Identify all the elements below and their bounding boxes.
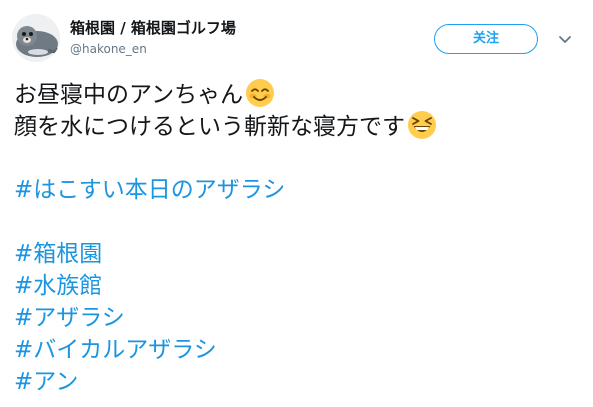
smiling-face-with-smiling-eyes-icon [246,79,275,107]
follow-button[interactable]: 关注 [434,24,538,54]
tweet-text: お昼寝中のアンちゃん 顔を水につけるという斬新な寝方です #はこすい本日のアザラ… [14,78,584,398]
avatar[interactable] [12,14,60,62]
hashtag-link[interactable]: #箱根園 [14,238,584,270]
hashtag-link[interactable]: #アン [14,366,584,398]
user-info: 箱根園 / 箱根園ゴルフ場 @hakone_en [70,18,236,58]
grinning-squinting-face-icon [408,111,436,139]
hashtag-link[interactable]: #水族館 [14,270,584,302]
chevron-down-icon[interactable] [556,30,574,48]
hashtag-link[interactable]: #アザラシ [14,302,584,334]
tweet-line-1-text: お昼寝中のアンちゃん [14,82,244,108]
tweet-line-1: お昼寝中のアンちゃん [14,78,584,110]
user-handle[interactable]: @hakone_en [70,40,236,58]
tweet-card: 箱根園 / 箱根園ゴルフ場 @hakone_en 关注 お昼寝中のアンちゃん 顔… [0,0,593,407]
hashtag-link[interactable]: #バイカルアザラシ [14,334,584,366]
hashtag-link[interactable]: #はこすい本日のアザラシ [14,174,584,206]
tweet-line-2-text: 顔を水につけるという斬新な寝方です [14,114,405,140]
seal-avatar-icon [12,14,60,62]
display-name[interactable]: 箱根園 / 箱根園ゴルフ場 [70,18,236,38]
tweet-line-2: 顔を水につけるという斬新な寝方です [14,110,584,142]
